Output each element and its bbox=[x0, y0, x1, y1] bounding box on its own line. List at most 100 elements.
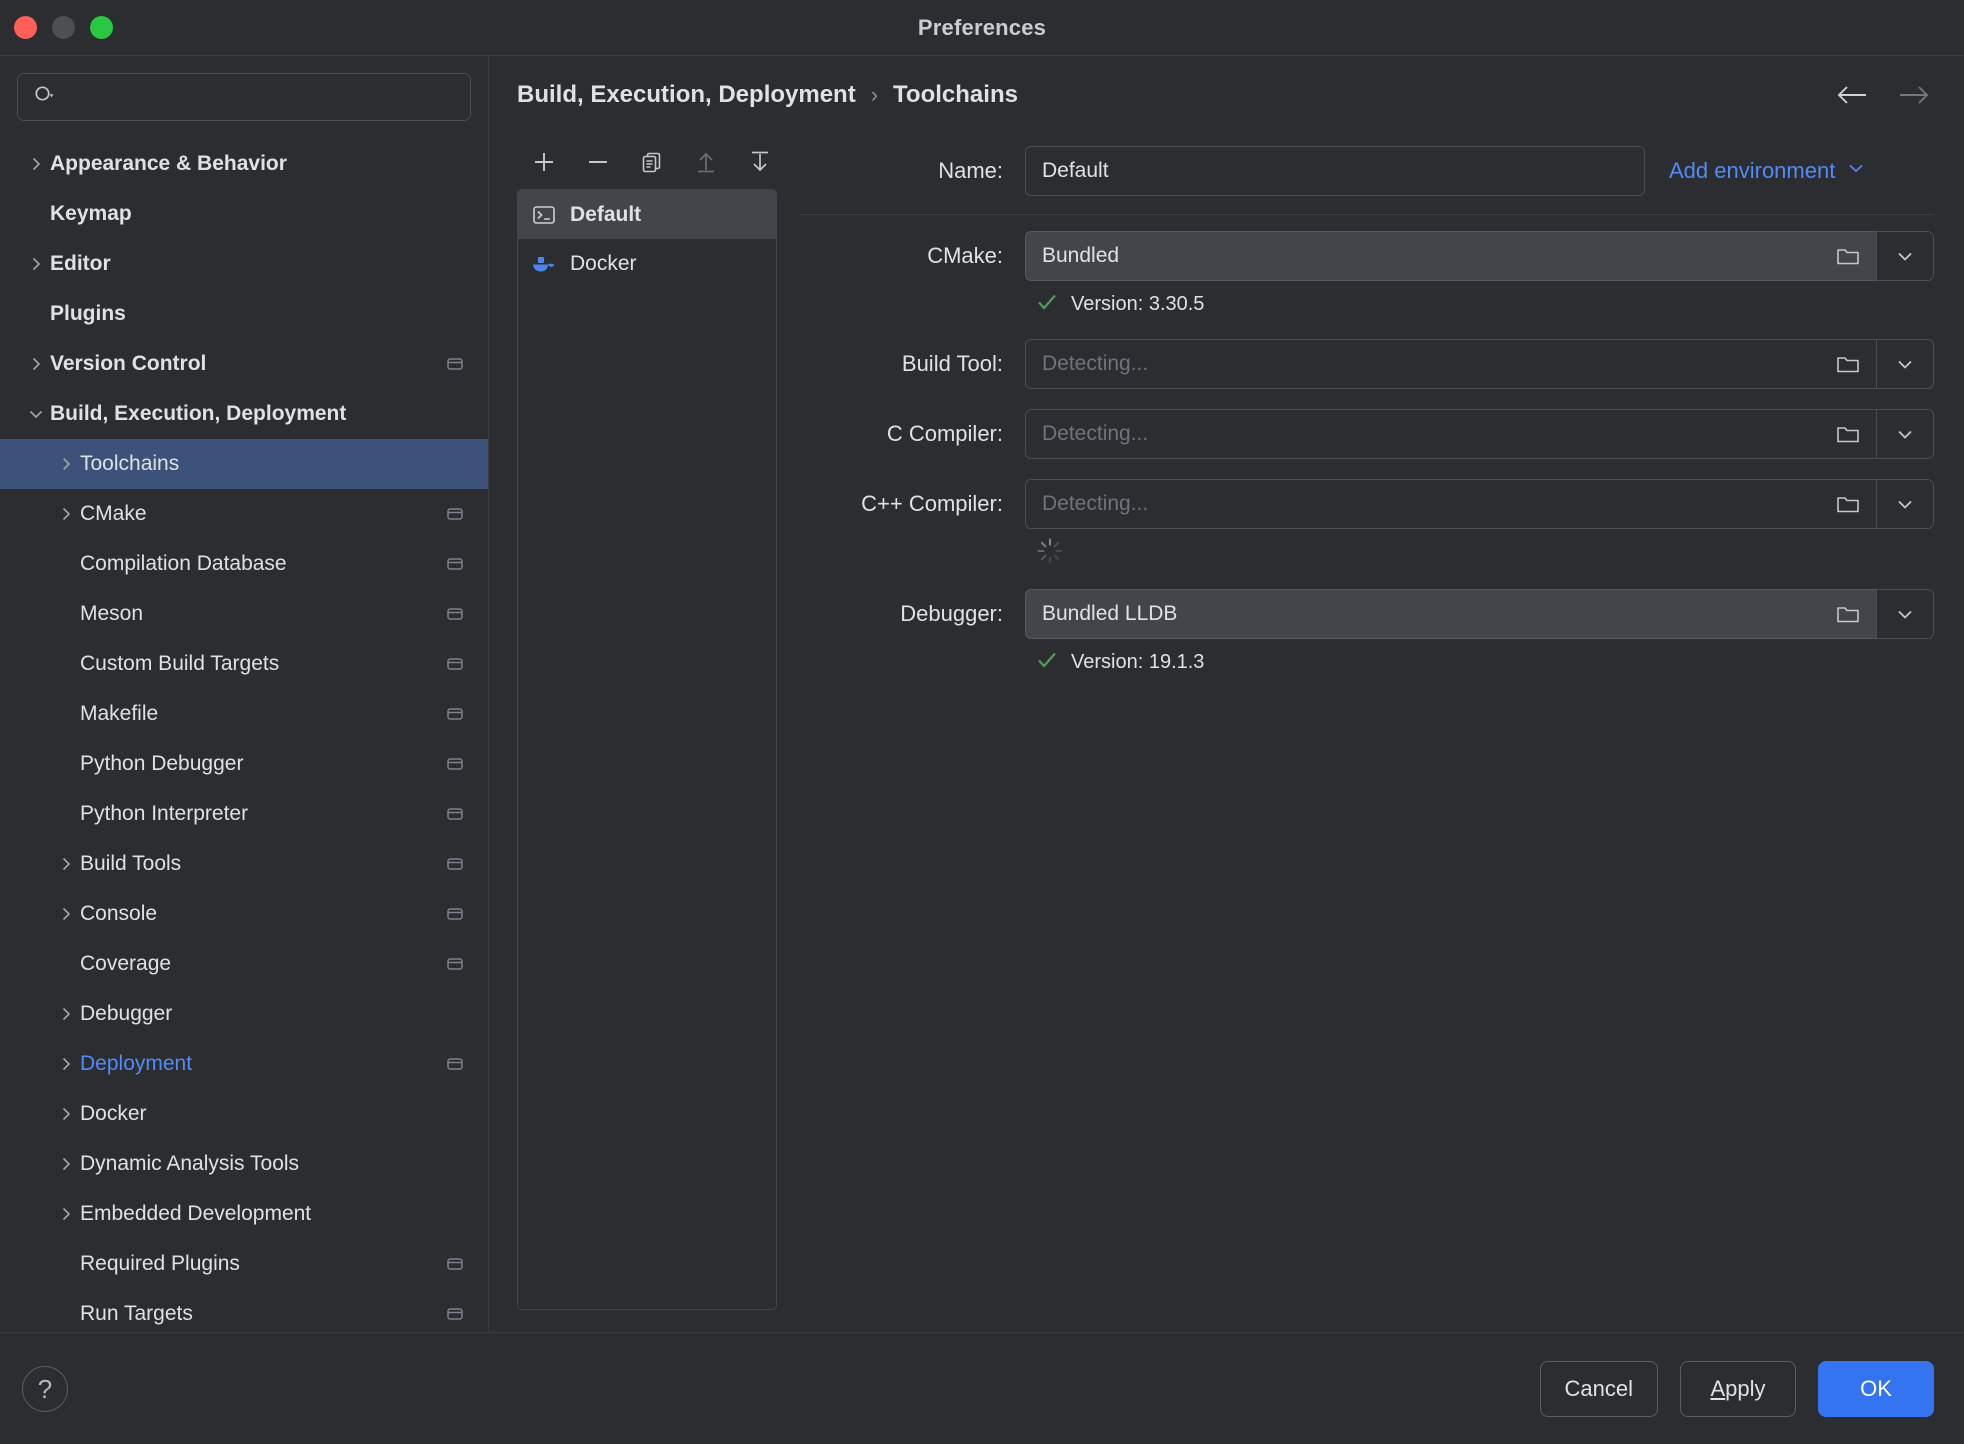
folder-icon[interactable] bbox=[1830, 602, 1866, 626]
sidebar-item-dynamic-analysis-tools[interactable]: Dynamic Analysis Tools bbox=[0, 1139, 488, 1189]
title-bar: Preferences bbox=[0, 0, 1964, 55]
sidebar-item-build-tools[interactable]: Build Tools bbox=[0, 839, 488, 889]
sidebar-item-cmake[interactable]: CMake bbox=[0, 489, 488, 539]
debugger-row: Debugger: Bundled LLDB bbox=[799, 589, 1934, 639]
cmake-dropdown-button[interactable] bbox=[1876, 231, 1934, 281]
search-icon bbox=[32, 83, 56, 112]
copy-toolchain-button[interactable] bbox=[635, 144, 670, 180]
debugger-status-row: Version: 19.1.3 bbox=[799, 639, 1934, 685]
chevron-down-icon[interactable] bbox=[22, 404, 50, 424]
sidebar-item-keymap[interactable]: Keymap bbox=[0, 189, 488, 239]
sidebar-item-run-targets[interactable]: Run Targets bbox=[0, 1289, 488, 1332]
sidebar-item-debugger[interactable]: Debugger bbox=[0, 989, 488, 1039]
sidebar-item-build-execution-deployment[interactable]: Build, Execution, Deployment bbox=[0, 389, 488, 439]
cpp-compiler-combo[interactable]: Detecting... bbox=[1025, 479, 1934, 529]
minimize-window-button[interactable] bbox=[52, 16, 75, 39]
arrow-right-icon[interactable] bbox=[1894, 77, 1934, 113]
chevron-right-icon[interactable] bbox=[52, 1204, 80, 1224]
sidebar-item-makefile[interactable]: Makefile bbox=[0, 689, 488, 739]
chevron-down-icon bbox=[1846, 158, 1866, 184]
move-down-button[interactable] bbox=[742, 144, 777, 180]
debugger-combo[interactable]: Bundled LLDB bbox=[1025, 589, 1934, 639]
chevron-right-icon[interactable] bbox=[22, 254, 50, 274]
folder-icon[interactable] bbox=[1830, 352, 1866, 376]
sidebar-item-python-interpreter[interactable]: Python Interpreter bbox=[0, 789, 488, 839]
sidebar-item-embedded-development[interactable]: Embedded Development bbox=[0, 1189, 488, 1239]
chevron-right-icon[interactable] bbox=[52, 854, 80, 874]
add-toolchain-button[interactable] bbox=[527, 144, 562, 180]
build-tool-field[interactable]: Detecting... bbox=[1025, 339, 1876, 389]
chevron-right-icon[interactable] bbox=[52, 904, 80, 924]
move-up-button[interactable] bbox=[688, 144, 723, 180]
sidebar-item-console[interactable]: Console bbox=[0, 889, 488, 939]
debugger-version-text: Version: 19.1.3 bbox=[1071, 650, 1205, 673]
sidebar-item-python-debugger[interactable]: Python Debugger bbox=[0, 739, 488, 789]
c-compiler-dropdown-button[interactable] bbox=[1876, 409, 1934, 459]
project-scope-icon bbox=[444, 504, 466, 524]
sidebar-item-custom-build-targets[interactable]: Custom Build Targets bbox=[0, 639, 488, 689]
sidebar-item-docker[interactable]: Docker bbox=[0, 1089, 488, 1139]
zoom-window-button[interactable] bbox=[90, 16, 113, 39]
sidebar-item-label: Console bbox=[80, 902, 158, 925]
chevron-right-icon[interactable] bbox=[22, 354, 50, 374]
cpp-compiler-dropdown-button[interactable] bbox=[1876, 479, 1934, 529]
sidebar-item-label: Editor bbox=[50, 252, 111, 275]
cmake-row: CMake: Bundled bbox=[799, 231, 1934, 281]
sidebar-item-deployment[interactable]: Deployment bbox=[0, 1039, 488, 1089]
window-controls bbox=[14, 0, 113, 55]
name-field[interactable]: Default bbox=[1025, 146, 1645, 196]
add-environment-label: Add environment bbox=[1669, 158, 1836, 183]
c-compiler-field[interactable]: Detecting... bbox=[1025, 409, 1876, 459]
arrow-left-icon[interactable] bbox=[1832, 77, 1872, 113]
folder-icon[interactable] bbox=[1830, 492, 1866, 516]
sidebar-item-label: Version Control bbox=[50, 352, 207, 375]
build-tool-dropdown-button[interactable] bbox=[1876, 339, 1934, 389]
cancel-button[interactable]: Cancel bbox=[1539, 1360, 1658, 1417]
toolchain-list-column: Default Docker bbox=[517, 134, 777, 1310]
sidebar-item-coverage[interactable]: Coverage bbox=[0, 939, 488, 989]
chevron-right-icon[interactable] bbox=[52, 504, 80, 524]
sidebar-item-plugins[interactable]: Plugins bbox=[0, 289, 488, 339]
sidebar-item-required-plugins[interactable]: Required Plugins bbox=[0, 1239, 488, 1289]
sidebar-item-meson[interactable]: Meson bbox=[0, 589, 488, 639]
search-box[interactable] bbox=[17, 73, 471, 121]
sidebar-item-editor[interactable]: Editor bbox=[0, 239, 488, 289]
add-environment-button[interactable]: Add environment bbox=[1669, 158, 1866, 184]
sidebar-item-version-control[interactable]: Version Control bbox=[0, 339, 488, 389]
cmake-combo[interactable]: Bundled bbox=[1025, 231, 1934, 281]
c-compiler-value: Detecting... bbox=[1042, 422, 1149, 445]
search-input[interactable] bbox=[64, 86, 456, 108]
chevron-right-icon[interactable] bbox=[52, 1104, 80, 1124]
chevron-right-icon[interactable] bbox=[52, 1154, 80, 1174]
toolchain-list: Default Docker bbox=[517, 189, 777, 1310]
chevron-right-icon[interactable] bbox=[52, 1004, 80, 1024]
cpp-compiler-field[interactable]: Detecting... bbox=[1025, 479, 1876, 529]
folder-icon[interactable] bbox=[1830, 422, 1866, 446]
sidebar-item-compilation-database[interactable]: Compilation Database bbox=[0, 539, 488, 589]
close-window-button[interactable] bbox=[14, 16, 37, 39]
debugger-field[interactable]: Bundled LLDB bbox=[1025, 589, 1876, 639]
toolchain-list-toolbar bbox=[517, 134, 777, 189]
remove-toolchain-button[interactable] bbox=[581, 144, 616, 180]
cmake-value: Bundled bbox=[1042, 244, 1120, 267]
sidebar-item-appearance-behavior[interactable]: Appearance & Behavior bbox=[0, 139, 488, 189]
chevron-right-icon[interactable] bbox=[52, 454, 80, 474]
ok-button[interactable]: OK bbox=[1818, 1360, 1934, 1417]
help-button[interactable]: ? bbox=[22, 1365, 68, 1412]
build-tool-combo[interactable]: Detecting... bbox=[1025, 339, 1934, 389]
cmake-field[interactable]: Bundled bbox=[1025, 231, 1876, 281]
chevron-right-icon[interactable] bbox=[22, 154, 50, 174]
breadcrumb-parent[interactable]: Build, Execution, Deployment bbox=[517, 81, 856, 109]
project-scope-icon bbox=[444, 704, 466, 724]
sidebar-item-label: Debugger bbox=[80, 1002, 173, 1025]
cmake-status-row: Version: 3.30.5 bbox=[799, 281, 1934, 327]
toolchain-list-item[interactable]: Docker bbox=[518, 239, 776, 288]
debugger-dropdown-button[interactable] bbox=[1876, 589, 1934, 639]
apply-button[interactable]: Apply bbox=[1680, 1360, 1796, 1417]
chevron-right-icon[interactable] bbox=[52, 1054, 80, 1074]
sidebar-item-toolchains[interactable]: Toolchains bbox=[0, 439, 488, 489]
folder-icon[interactable] bbox=[1830, 244, 1866, 268]
c-compiler-combo[interactable]: Detecting... bbox=[1025, 409, 1934, 459]
toolchain-form: Name: Default Add environment CMake: Bun… bbox=[799, 134, 1934, 1310]
toolchain-list-item[interactable]: Default bbox=[518, 190, 776, 239]
